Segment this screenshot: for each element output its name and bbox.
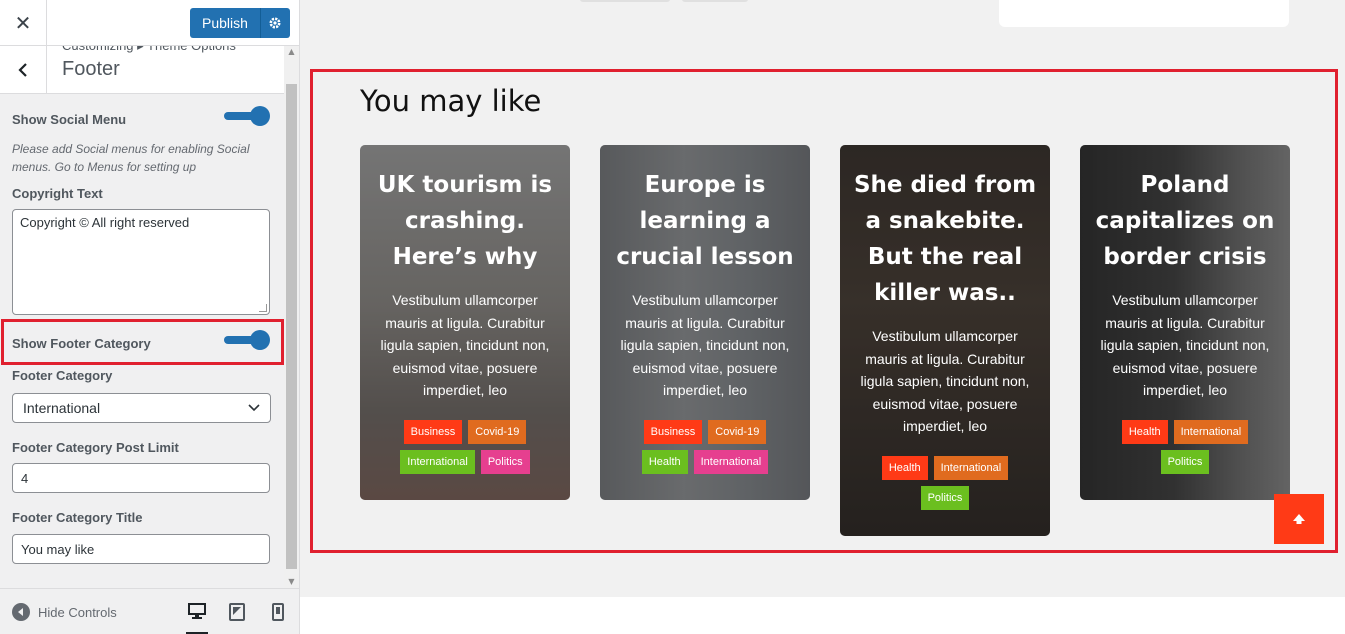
post-title[interactable]: UK tourism is crashing. Here’s why [370, 167, 560, 275]
show-footer-category-toggle[interactable] [224, 330, 270, 350]
post-card[interactable]: She died from a snakebite. But the real … [840, 145, 1050, 536]
section-heading: You may like [360, 84, 542, 118]
hide-controls-label: Hide Controls [38, 604, 117, 620]
scroll-up-icon[interactable]: ▲ [284, 46, 299, 58]
tag-business[interactable]: Business [643, 419, 703, 444]
gear-icon[interactable] [259, 8, 290, 38]
post-title[interactable]: She died from a snakebite. But the real … [850, 167, 1040, 311]
panel-scrollbar[interactable]: ▲ ▼ [284, 46, 299, 588]
post-tags: Business Covid-19 International Politics [370, 419, 560, 474]
tag-international[interactable]: International [933, 455, 1009, 480]
chevron-left-icon [18, 63, 27, 77]
hide-controls-button[interactable]: Hide Controls [12, 603, 117, 621]
back-button[interactable] [0, 46, 47, 94]
footer-category-label: Footer Category [12, 368, 113, 383]
post-limit-label: Footer Category Post Limit [12, 440, 179, 455]
desktop-icon [188, 603, 206, 619]
category-title-value: You may like [21, 541, 95, 557]
scroll-to-top-button[interactable] [1274, 494, 1324, 544]
chevron-down-icon [248, 404, 260, 412]
show-social-menu-toggle[interactable] [224, 106, 270, 126]
footer-category-select[interactable]: International [12, 393, 271, 423]
post-card[interactable]: Poland capitalizes on border crisis Vest… [1080, 145, 1290, 500]
post-excerpt: Vestibulum ullamcorper mauris at ligula.… [860, 328, 1030, 434]
tag-politics[interactable]: Politics [920, 485, 970, 510]
tag-covid-19[interactable]: Covid-19 [708, 419, 767, 444]
footer-category-value: International [23, 400, 101, 416]
collapse-icon [12, 603, 30, 621]
mobile-preview-button[interactable] [267, 601, 289, 623]
tag-international[interactable]: International [1173, 419, 1249, 444]
scrollbar-thumb[interactable] [286, 84, 297, 569]
post-excerpt: Vestibulum ullamcorper mauris at ligula.… [1100, 292, 1270, 398]
close-button[interactable]: ✕ [0, 0, 47, 46]
show-footer-category-label: Show Footer Category [12, 336, 151, 351]
customizer-footer-bar: Hide Controls [0, 588, 299, 634]
tag-international[interactable]: International [693, 449, 769, 474]
category-title-label: Footer Category Title [12, 510, 143, 525]
tag-covid-19[interactable]: Covid-19 [468, 419, 527, 444]
arrow-up-icon [1293, 514, 1305, 524]
section-header: Customizing ▸ Theme Options Footer [0, 38, 284, 94]
post-title[interactable]: Poland capitalizes on border crisis [1090, 167, 1280, 275]
tablet-icon [229, 603, 245, 621]
scroll-down-icon[interactable]: ▼ [284, 576, 299, 588]
tablet-preview-button[interactable] [226, 601, 248, 623]
site-preview: You may like UK tourism is crashing. Her… [300, 0, 1345, 634]
resize-handle[interactable] [259, 304, 267, 312]
post-card[interactable]: UK tourism is crashing. Here’s why Vesti… [360, 145, 570, 500]
post-card[interactable]: Europe is learning a crucial lesson Vest… [600, 145, 810, 500]
close-icon: ✕ [14, 11, 32, 35]
desktop-preview-button[interactable] [186, 601, 208, 634]
social-menu-description: Please add Social menus for enabling Soc… [12, 142, 250, 174]
copyright-textarea[interactable]: Copyright © All right reserved [12, 209, 270, 315]
tag-health[interactable]: Health [1121, 419, 1168, 444]
copyright-value: Copyright © All right reserved [20, 215, 190, 230]
tag-international[interactable]: International [400, 449, 475, 474]
post-tags: Health International Politics [850, 455, 1040, 510]
category-title-input[interactable]: You may like [12, 534, 270, 564]
post-limit-input[interactable]: 4 [12, 463, 270, 493]
publish-button[interactable]: Publish [190, 8, 290, 38]
tag-politics[interactable]: Politics [480, 449, 530, 474]
tag-health[interactable]: Health [881, 455, 928, 480]
post-limit-value: 4 [21, 470, 29, 486]
customizer-topbar: ✕ Publish [0, 0, 299, 46]
section-title: Footer [62, 58, 120, 80]
tag-business[interactable]: Business [403, 419, 463, 444]
post-tags: Health International Politics [1090, 419, 1280, 474]
copyright-text-label: Copyright Text [12, 186, 103, 201]
show-social-menu-label: Show Social Menu [12, 112, 127, 127]
preview-top-element [580, 0, 670, 2]
tag-health[interactable]: Health [641, 449, 688, 474]
mobile-icon [272, 603, 284, 621]
post-excerpt: Vestibulum ullamcorper mauris at ligula.… [620, 292, 790, 398]
post-title[interactable]: Europe is learning a crucial lesson [610, 167, 800, 275]
site-footer [300, 597, 1345, 634]
post-excerpt: Vestibulum ullamcorper mauris at ligula.… [380, 292, 550, 398]
sidebar-widget [999, 0, 1289, 27]
post-tags: Business Covid-19 Health International [610, 419, 800, 474]
publish-label: Publish [202, 15, 248, 31]
customizer-panel: Customizing ▸ Theme Options Footer ✕ Pub… [0, 0, 300, 634]
tag-politics[interactable]: Politics [1160, 449, 1210, 474]
preview-top-element [682, 0, 748, 2]
footer-controls: Show Social Menu Please add Social menus… [0, 94, 284, 588]
